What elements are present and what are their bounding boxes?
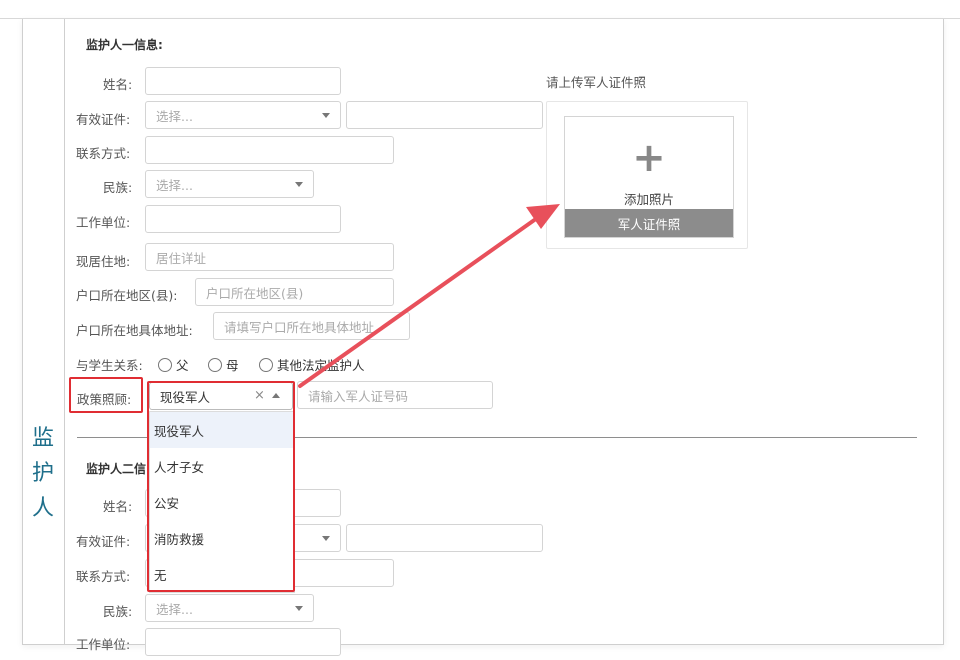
arrow-head-icon <box>526 204 560 229</box>
annotation-arrow <box>298 204 560 388</box>
arrow-line <box>298 214 542 388</box>
